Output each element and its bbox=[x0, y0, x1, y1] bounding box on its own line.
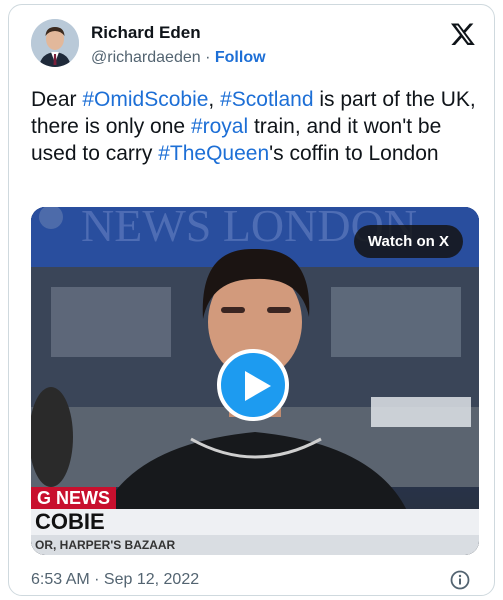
tweet-timestamp[interactable]: 6:53 AM · Sep 12, 2022 bbox=[31, 571, 199, 589]
tweet-card: Richard Eden @richardaeden · Follow Dear… bbox=[8, 4, 495, 596]
chyron-network: G NEWS bbox=[31, 487, 117, 509]
hashtag-link[interactable]: #Scotland bbox=[220, 88, 313, 111]
hashtag-link[interactable]: #royal bbox=[191, 115, 248, 138]
video-player[interactable]: NEWS LONDON Watch on X G NEWS COBIE OR, … bbox=[31, 207, 479, 555]
play-icon bbox=[245, 371, 271, 401]
x-logo-icon[interactable] bbox=[450, 21, 476, 47]
author-avatar[interactable] bbox=[31, 19, 79, 67]
info-icon[interactable] bbox=[450, 570, 470, 590]
tweet-text: Dear #OmidScobie, #Scotland is part of t… bbox=[31, 86, 479, 167]
author-name[interactable]: Richard Eden bbox=[91, 23, 201, 43]
chyron-subtitle: OR, HARPER'S BAZAAR bbox=[31, 535, 479, 555]
play-button[interactable] bbox=[217, 349, 289, 421]
hashtag-link[interactable]: #TheQueen bbox=[158, 142, 269, 165]
follow-button[interactable]: Follow bbox=[215, 49, 266, 66]
hashtag-link[interactable]: #OmidScobie bbox=[82, 88, 208, 111]
chyron-name: COBIE bbox=[31, 509, 479, 535]
author-handle-row: @richardaeden · Follow bbox=[91, 49, 266, 67]
separator-dot: · bbox=[205, 49, 211, 66]
tweet-text-segment: Dear bbox=[31, 88, 83, 111]
author-handle[interactable]: @richardaeden bbox=[91, 49, 201, 66]
tweet-text-segment: , bbox=[208, 88, 221, 111]
tweet-text-segment: 's coffin to London bbox=[269, 142, 439, 165]
watch-on-x-button[interactable]: Watch on X bbox=[353, 225, 463, 258]
